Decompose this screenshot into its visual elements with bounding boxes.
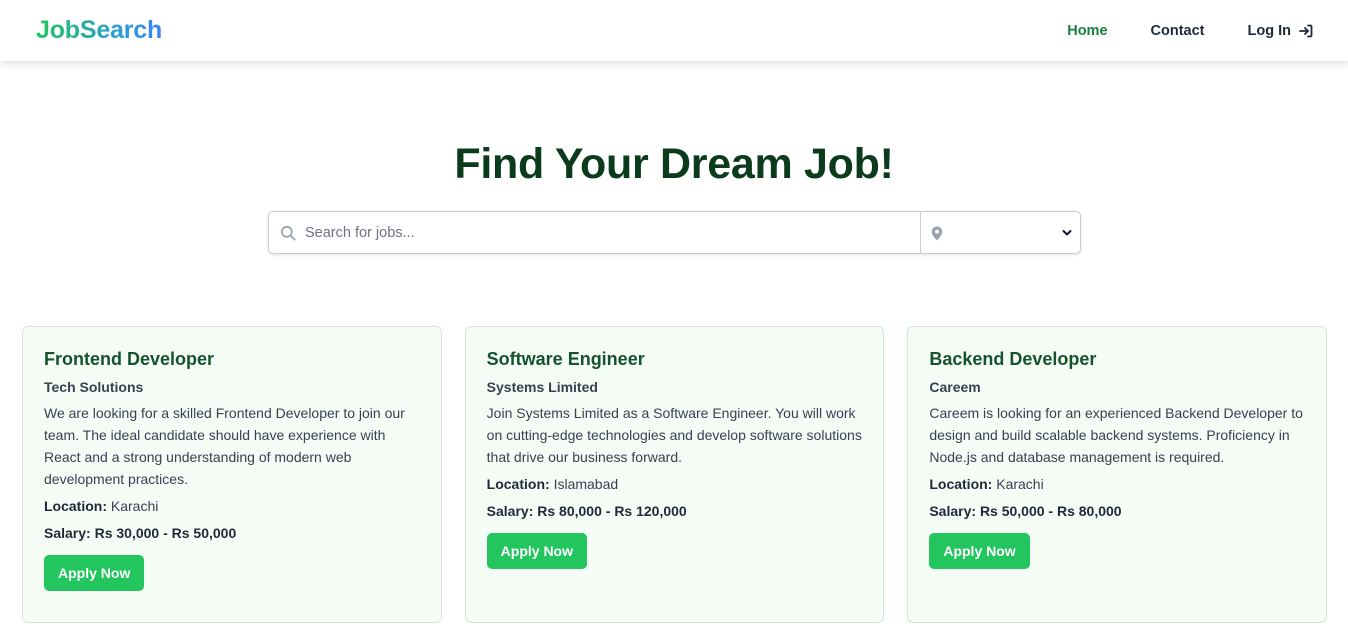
job-location-label: Location: xyxy=(44,498,107,514)
search-field xyxy=(269,212,921,253)
apply-now-button[interactable]: Apply Now xyxy=(486,533,588,569)
job-salary-label: Salary: xyxy=(486,503,534,519)
nav-home-link[interactable]: Home xyxy=(1067,23,1107,39)
job-salary: Salary: Rs 30,000 - Rs 50,000 xyxy=(44,525,420,541)
job-card: Software Engineer Systems Limited Join S… xyxy=(464,326,885,623)
job-salary: Salary: Rs 50,000 - Rs 80,000 xyxy=(929,503,1305,519)
job-location-label: Location: xyxy=(929,476,993,492)
location-select[interactable] xyxy=(921,212,1080,253)
job-title: Frontend Developer xyxy=(44,349,215,369)
brand-logo[interactable]: JobSearch xyxy=(36,16,162,45)
job-search-input[interactable] xyxy=(269,212,920,253)
job-salary-value: Rs 30,000 - Rs 50,000 xyxy=(94,525,237,541)
top-navbar: JobSearch Home Contact Log In xyxy=(0,0,1348,61)
job-salary-label: Salary: xyxy=(44,525,91,541)
job-company: Careem xyxy=(929,379,981,395)
job-location: Location: Islamabad xyxy=(487,474,863,495)
job-salary-value: Rs 80,000 - Rs 120,000 xyxy=(537,503,687,519)
job-title: Software Engineer xyxy=(486,349,645,369)
job-description: Careem is looking for an experienced Bac… xyxy=(929,405,1303,465)
job-location: Location: Karachi xyxy=(44,496,420,517)
job-location: Location: Karachi xyxy=(929,474,1305,495)
job-location-value: Karachi xyxy=(110,498,159,514)
job-salary-value: Rs 50,000 - Rs 80,000 xyxy=(979,503,1122,519)
apply-now-button[interactable]: Apply Now xyxy=(44,555,145,591)
map-pin-icon xyxy=(931,226,943,241)
main-nav: Home Contact Log In xyxy=(1024,23,1314,39)
job-location-value: Karachi xyxy=(996,476,1044,492)
job-search-bar xyxy=(268,211,1081,254)
job-salary: Salary: Rs 80,000 - Rs 120,000 xyxy=(487,503,863,519)
job-salary-label: Salary: xyxy=(929,503,977,519)
job-title: Backend Developer xyxy=(929,349,1097,369)
job-card: Backend Developer Careem Careem is looki… xyxy=(907,326,1328,623)
job-company: Systems Limited xyxy=(486,379,598,395)
job-description: We are looking for a skilled Frontend De… xyxy=(44,405,405,487)
job-description: Join Systems Limited as a Software Engin… xyxy=(486,405,862,465)
apply-now-button[interactable]: Apply Now xyxy=(929,533,1030,569)
nav-login-link[interactable]: Log In xyxy=(1248,23,1315,39)
nav-login-label: Log In xyxy=(1247,22,1292,39)
job-location-value: Islamabad xyxy=(553,476,619,492)
location-field xyxy=(921,212,1080,253)
nav-contact-link[interactable]: Contact xyxy=(1151,23,1205,39)
job-location-label: Location: xyxy=(486,476,550,492)
job-company: Tech Solutions xyxy=(44,379,144,395)
sign-in-icon xyxy=(1299,24,1313,37)
hero-title: Find Your Dream Job! xyxy=(454,140,894,188)
job-listings: Frontend Developer Tech Solutions We are… xyxy=(22,326,1328,623)
job-card: Frontend Developer Tech Solutions We are… xyxy=(22,326,442,623)
search-icon xyxy=(280,225,296,241)
